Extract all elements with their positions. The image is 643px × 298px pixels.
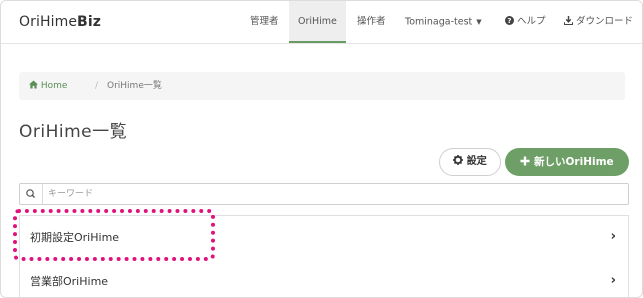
plus-icon (520, 156, 530, 166)
list-item[interactable]: 営業部OriHime › (20, 260, 628, 297)
nav-item-label: ダウンロード (576, 16, 634, 27)
nav-item-user-menu[interactable]: Tominaga-test ▼ (405, 1, 482, 43)
top-navbar: OriHimeBiz 管理者 OriHime 操作者 Tominaga-test… (1, 1, 642, 44)
nav-item-download[interactable]: ダウンロード (563, 1, 634, 43)
search-icon (20, 184, 43, 204)
new-orihime-button-label: 新しいOriHime (534, 156, 614, 168)
nav-item-label: OriHime (298, 16, 337, 27)
nav-item-label: 管理者 (250, 16, 279, 27)
nav-item-orihime[interactable]: OriHime (289, 1, 346, 43)
gear-icon (453, 155, 464, 165)
settings-button-label: 設定 (466, 156, 487, 167)
settings-button[interactable]: 設定 (439, 148, 501, 176)
list-item[interactable]: 初期設定OriHime › (20, 216, 628, 261)
breadcrumb: Home / OriHime一覧 (19, 72, 625, 100)
search-input[interactable] (48, 184, 618, 204)
chevron-right-icon: › (610, 273, 616, 288)
brand-prefix: OriHime (19, 14, 78, 30)
breadcrumb-current: OriHime一覧 (107, 81, 162, 91)
brand-logo[interactable]: OriHimeBiz (19, 13, 101, 31)
search-box (19, 183, 629, 205)
nav-item-admin[interactable]: 管理者 (250, 1, 279, 43)
svg-text:?: ? (507, 16, 511, 25)
nav-item-label: 操作者 (357, 16, 386, 27)
download-icon (563, 1, 574, 43)
breadcrumb-separator: / (95, 81, 99, 91)
brand-suffix: Biz (77, 14, 101, 30)
caret-down-icon: ▼ (476, 18, 482, 26)
breadcrumb-home-link[interactable]: Home (29, 72, 67, 100)
nav-item-label: ヘルプ (517, 16, 546, 27)
chevron-right-icon: › (610, 229, 616, 244)
page-title: OriHime一覧 (19, 122, 128, 142)
app-window: OriHimeBiz 管理者 OriHime 操作者 Tominaga-test… (0, 0, 643, 298)
home-icon (29, 80, 38, 89)
breadcrumb-home-label: Home (40, 81, 68, 91)
list-item-label: 初期設定OriHime (30, 231, 120, 244)
new-orihime-button[interactable]: 新しいOriHime (505, 148, 629, 176)
list-item-label: 営業部OriHime (30, 275, 109, 288)
orihime-list: 初期設定OriHime › 営業部OriHime › (19, 215, 629, 297)
nav-item-help[interactable]: ? ヘルプ (505, 1, 546, 43)
nav-item-operator[interactable]: 操作者 (357, 1, 386, 43)
nav-item-label: Tominaga-test (405, 16, 473, 28)
help-icon: ? (505, 1, 514, 43)
